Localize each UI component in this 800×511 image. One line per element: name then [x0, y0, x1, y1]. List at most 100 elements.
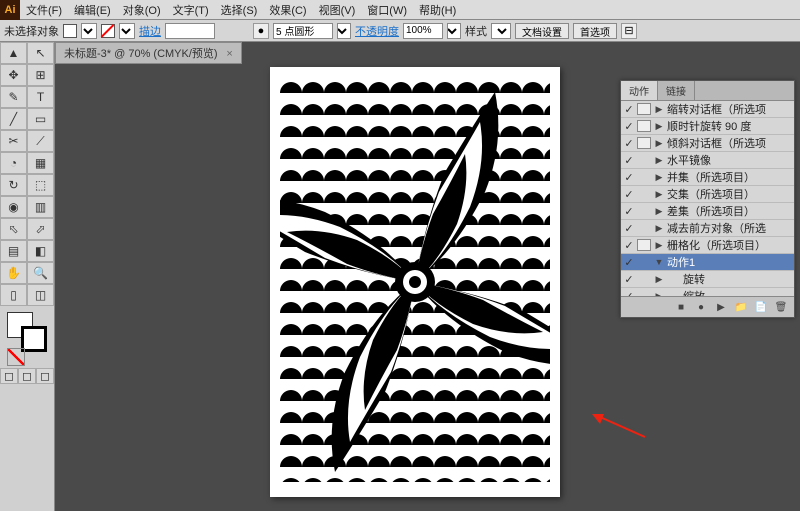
action-check-icon[interactable]: ✓: [621, 222, 637, 235]
action-dialog-icon[interactable]: [637, 137, 651, 149]
opacity-input[interactable]: [403, 23, 443, 39]
stroke-swatch-icon[interactable]: [101, 24, 115, 38]
action-row[interactable]: ✓▶差集（所选项目）: [621, 203, 794, 220]
action-check-icon[interactable]: ✓: [621, 290, 637, 297]
canvas-area[interactable]: 未标题-3* @ 70% (CMYK/预览) ×: [55, 42, 800, 511]
action-row[interactable]: ✓▼动作1: [621, 254, 794, 271]
menu-object[interactable]: 对象(O): [117, 2, 167, 18]
action-check-icon[interactable]: ✓: [621, 154, 637, 167]
expand-arrow-icon[interactable]: ▶: [653, 104, 665, 115]
action-dialog-icon[interactable]: [637, 239, 651, 251]
expand-arrow-icon[interactable]: ▶: [653, 155, 665, 166]
blob-brush-tool[interactable]: ◔: [0, 152, 27, 174]
action-row[interactable]: ✓▶并集（所选项目）: [621, 169, 794, 186]
action-row[interactable]: ✓▶缩转对话框（所选项: [621, 101, 794, 118]
action-row[interactable]: ✓▶旋转: [621, 271, 794, 288]
fill-dropdown[interactable]: [81, 23, 97, 39]
action-check-icon[interactable]: ✓: [621, 137, 637, 150]
tab-links[interactable]: 链接: [658, 81, 695, 100]
menu-file[interactable]: 文件(F): [20, 2, 68, 18]
close-tab-icon[interactable]: ×: [226, 48, 232, 60]
action-row[interactable]: ✓▶交集（所选项目）: [621, 186, 794, 203]
expand-arrow-icon[interactable]: ▶: [653, 189, 665, 200]
expand-arrow-icon[interactable]: ▶: [653, 240, 665, 251]
pencil-tool[interactable]: ⟋: [27, 130, 54, 152]
line-tool[interactable]: ╱: [0, 108, 27, 130]
trash-icon[interactable]: 🗑: [774, 300, 788, 314]
fill-stroke-indicator[interactable]: [7, 312, 47, 352]
expand-arrow-icon[interactable]: ▶: [653, 138, 665, 149]
new-action-icon[interactable]: 📄: [754, 300, 768, 314]
brush-icon[interactable]: ●: [253, 23, 269, 39]
none-color-icon[interactable]: [7, 348, 25, 366]
stroke-weight-input[interactable]: [165, 23, 215, 39]
magic-wand-tool[interactable]: ✥: [0, 64, 27, 86]
style-dropdown[interactable]: [491, 23, 511, 39]
stroke-dropdown[interactable]: [119, 23, 135, 39]
eraser-tool[interactable]: ▦: [27, 152, 54, 174]
action-row[interactable]: ✓▶减去前方对象（所选: [621, 220, 794, 237]
menu-type[interactable]: 文字(T): [167, 2, 215, 18]
menu-window[interactable]: 窗口(W): [361, 2, 413, 18]
action-row[interactable]: ✓▶缩放: [621, 288, 794, 296]
rectangle-tool[interactable]: ▭: [27, 108, 54, 130]
blend-tool[interactable]: 🔍: [27, 262, 54, 284]
menu-select[interactable]: 选择(S): [215, 2, 264, 18]
opacity-dropdown[interactable]: [447, 23, 461, 39]
expand-arrow-icon[interactable]: ▶: [653, 223, 665, 234]
action-check-icon[interactable]: ✓: [621, 205, 637, 218]
action-check-icon[interactable]: ✓: [621, 188, 637, 201]
action-dialog-icon[interactable]: [637, 103, 651, 115]
menu-effect[interactable]: 效果(C): [263, 2, 312, 18]
tab-actions[interactable]: 动作: [621, 81, 658, 100]
action-check-icon[interactable]: ✓: [621, 256, 637, 269]
action-check-icon[interactable]: ✓: [621, 171, 637, 184]
brush-input[interactable]: [273, 23, 333, 39]
expand-arrow-icon[interactable]: ▶: [653, 206, 665, 217]
stop-icon[interactable]: ■: [674, 300, 688, 314]
pen-tool[interactable]: ✎: [0, 86, 27, 108]
record-icon[interactable]: ●: [694, 300, 708, 314]
draw-behind-icon[interactable]: ◻: [18, 368, 36, 384]
symbol-sprayer-tool[interactable]: ▯: [0, 284, 27, 306]
align-icon[interactable]: ⊟: [621, 23, 637, 39]
action-row[interactable]: ✓▶水平镜像: [621, 152, 794, 169]
action-row[interactable]: ✓▶顺时针旋转 90 度: [621, 118, 794, 135]
action-check-icon[interactable]: ✓: [621, 239, 637, 252]
expand-arrow-icon[interactable]: ▼: [653, 257, 665, 267]
preferences-button[interactable]: 首选项: [573, 23, 617, 39]
expand-arrow-icon[interactable]: ▶: [653, 291, 665, 297]
expand-arrow-icon[interactable]: ▶: [653, 172, 665, 183]
stroke-link[interactable]: 描边: [139, 23, 161, 39]
menu-help[interactable]: 帮助(H): [413, 2, 462, 18]
action-check-icon[interactable]: ✓: [621, 103, 637, 116]
fill-swatch-icon[interactable]: [63, 24, 77, 38]
action-check-icon[interactable]: ✓: [621, 273, 637, 286]
action-check-icon[interactable]: ✓: [621, 120, 637, 133]
rotate-tool[interactable]: ↻: [0, 174, 27, 196]
menu-edit[interactable]: 编辑(E): [68, 2, 117, 18]
doc-setup-button[interactable]: 文档设置: [515, 23, 569, 39]
scale-tool[interactable]: ⬚: [27, 174, 54, 196]
draw-inside-icon[interactable]: ◻: [36, 368, 54, 384]
action-row[interactable]: ✓▶栅格化（所选项目）: [621, 237, 794, 254]
new-set-icon[interactable]: 📁: [734, 300, 748, 314]
opacity-link[interactable]: 不透明度: [355, 23, 399, 39]
eyedropper-tool[interactable]: ✋: [0, 262, 27, 284]
lasso-tool[interactable]: ⊞: [27, 64, 54, 86]
expand-arrow-icon[interactable]: ▶: [653, 274, 665, 285]
draw-normal-icon[interactable]: ◻: [0, 368, 18, 384]
mesh-tool[interactable]: ▤: [0, 240, 27, 262]
brush-dropdown[interactable]: [337, 23, 351, 39]
document-tab[interactable]: 未标题-3* @ 70% (CMYK/预览) ×: [55, 42, 242, 64]
action-row[interactable]: ✓▶倾斜对话框（所选项: [621, 135, 794, 152]
width-tool[interactable]: ◉: [0, 196, 27, 218]
selection-tool[interactable]: ▲: [0, 42, 27, 64]
column-graph-tool[interactable]: ◫: [27, 284, 54, 306]
gradient-tool[interactable]: ◧: [27, 240, 54, 262]
menu-view[interactable]: 视图(V): [313, 2, 362, 18]
perspective-tool[interactable]: ⬀: [27, 218, 54, 240]
paintbrush-tool[interactable]: ✂: [0, 130, 27, 152]
expand-arrow-icon[interactable]: ▶: [653, 121, 665, 132]
type-tool[interactable]: T: [27, 86, 54, 108]
